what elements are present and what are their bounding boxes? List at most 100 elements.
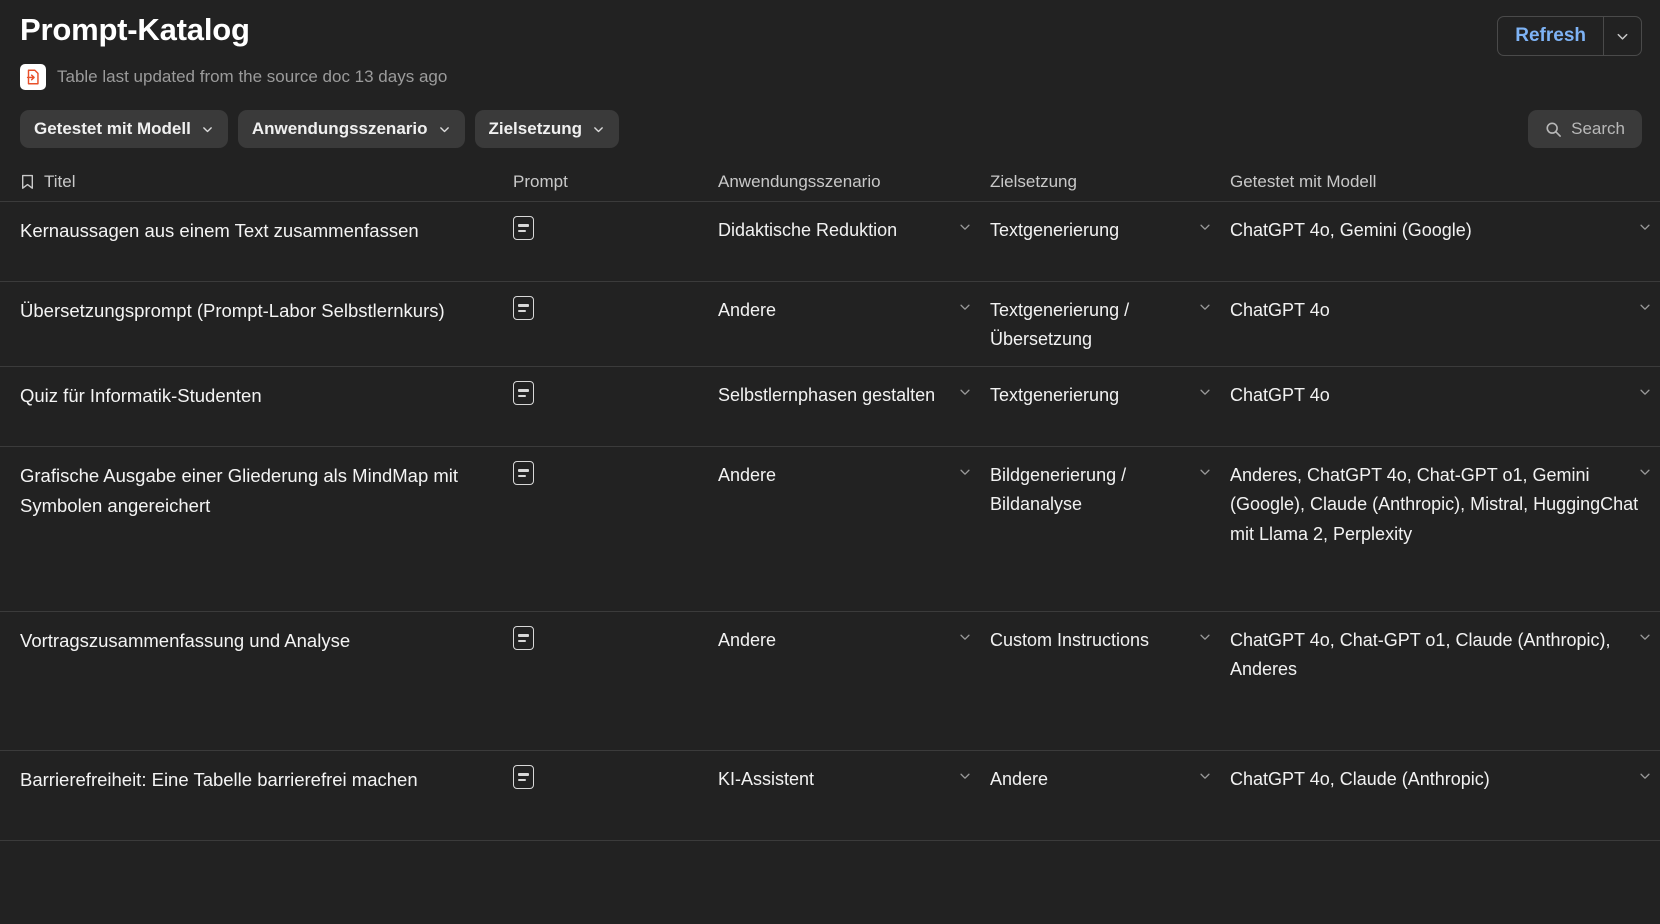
chevron-down-icon[interactable] [1198, 300, 1212, 314]
chevron-down-icon[interactable] [1198, 630, 1212, 644]
cell-zielsetzung[interactable]: Textgenerierung [990, 381, 1230, 434]
cell-zielsetzung-text: Textgenerierung [990, 385, 1120, 406]
chevron-down-icon[interactable] [958, 465, 972, 479]
filter-chip-label: Getestet mit Modell [34, 119, 191, 138]
cell-anwendungsszenario[interactable]: Didaktische Reduktion [718, 216, 990, 269]
cell-zielsetzung[interactable]: Bildgenerierung / Bildanalyse [990, 461, 1230, 599]
document-text-icon[interactable] [513, 216, 534, 240]
chevron-down-icon[interactable] [1198, 769, 1212, 783]
cell-zielsetzung[interactable]: Custom Instructions [990, 626, 1230, 738]
column-header-zielsetzung[interactable]: Zielsetzung [990, 172, 1230, 192]
cell-titel[interactable]: Übersetzungsprompt (Prompt-Labor Selbstl… [20, 296, 513, 354]
document-text-icon[interactable] [513, 461, 534, 486]
table-row[interactable]: Grafische Ausgabe einer Gliederung als M… [0, 447, 1660, 613]
document-text-icon[interactable] [513, 765, 534, 790]
chevron-down-icon[interactable] [958, 630, 972, 644]
chevron-down-icon[interactable] [1198, 220, 1212, 234]
chevron-down-icon[interactable] [1198, 385, 1212, 399]
refresh-button[interactable]: Refresh [1498, 17, 1603, 55]
table-row[interactable]: Quiz für Informatik-Studenten Selbstlern… [0, 367, 1660, 448]
cell-getestet-mit-modell-text: ChatGPT 4o, Chat-GPT o1, Claude (Anthrop… [1230, 630, 1611, 680]
chevron-down-icon[interactable] [958, 220, 972, 234]
column-header-label: Zielsetzung [990, 171, 1077, 191]
cell-anwendungsszenario[interactable]: Andere [718, 296, 990, 354]
doc-sync-icon [20, 64, 46, 90]
table-header-row: Titel Prompt Anwendungsszenario Zielsetz… [0, 162, 1660, 202]
cell-titel-text: Quiz für Informatik-Studenten [20, 385, 262, 407]
filter-chip-getestet-mit-modell[interactable]: Getestet mit Modell [20, 110, 228, 148]
search-icon [1545, 121, 1562, 138]
cell-prompt[interactable] [513, 216, 718, 269]
refresh-dropdown-chevron-down-icon[interactable] [1603, 17, 1641, 55]
cell-zielsetzung[interactable]: Textgenerierung / Übersetzung [990, 296, 1230, 354]
filter-chip-zielsetzung[interactable]: Zielsetzung [474, 110, 620, 148]
filter-chip-label: Anwendungsszenario [251, 119, 428, 138]
chevron-down-icon[interactable] [1638, 385, 1652, 399]
chevron-down-icon[interactable] [958, 300, 972, 314]
cell-titel[interactable]: Barrierefreiheit: Eine Tabelle barrieref… [20, 765, 513, 828]
cell-titel[interactable]: Kernaussagen aus einem Text zusammenfass… [20, 216, 513, 269]
cell-zielsetzung-text: Textgenerierung / Übersetzung [990, 300, 1130, 350]
chevron-down-icon[interactable] [1638, 465, 1652, 479]
cell-getestet-mit-modell-text: ChatGPT 4o, Claude (Anthropic) [1230, 769, 1490, 790]
cell-prompt[interactable] [513, 461, 718, 599]
cell-getestet-mit-modell-text: Anderes, ChatGPT 4o, Chat-GPT o1, Gemini… [1230, 465, 1639, 544]
cell-zielsetzung[interactable]: Andere [990, 765, 1230, 828]
search-label: Search [1571, 119, 1625, 138]
cell-titel-text: Vortragszusammenfassung und Analyse [20, 630, 351, 652]
cell-zielsetzung[interactable]: Textgenerierung [990, 216, 1230, 269]
document-text-icon[interactable] [513, 626, 534, 651]
cell-getestet-mit-modell[interactable]: ChatGPT 4o [1230, 296, 1660, 354]
chevron-down-icon[interactable] [958, 769, 972, 783]
filter-chip-label: Zielsetzung [488, 119, 583, 138]
cell-getestet-mit-modell-text: ChatGPT 4o, Gemini (Google) [1230, 220, 1472, 240]
cell-zielsetzung-text: Textgenerierung [990, 220, 1120, 240]
document-text-icon[interactable] [513, 381, 534, 406]
sync-status: Table last updated from the source doc 1… [20, 64, 447, 90]
cell-prompt[interactable] [513, 296, 718, 354]
filter-chip-anwendungsszenario[interactable]: Anwendungsszenario [237, 110, 465, 148]
filter-bar: Getestet mit Modell Anwendungsszenario Z… [20, 110, 620, 148]
cell-anwendungsszenario[interactable]: KI-Assistent [718, 765, 990, 828]
cell-prompt[interactable] [513, 626, 718, 738]
chevron-down-icon [201, 123, 214, 136]
cell-getestet-mit-modell[interactable]: ChatGPT 4o [1230, 381, 1660, 434]
cell-getestet-mit-modell[interactable]: ChatGPT 4o, Gemini (Google) [1230, 216, 1660, 269]
table-row[interactable]: Barrierefreiheit: Eine Tabelle barrieref… [0, 751, 1660, 842]
cell-getestet-mit-modell[interactable]: ChatGPT 4o, Chat-GPT o1, Claude (Anthrop… [1230, 626, 1660, 738]
chevron-down-icon[interactable] [1198, 465, 1212, 479]
chevron-down-icon[interactable] [958, 385, 972, 399]
cell-anwendungsszenario[interactable]: Selbstlernphasen gestalten [718, 381, 990, 434]
chevron-down-icon[interactable] [1638, 630, 1652, 644]
cell-getestet-mit-modell[interactable]: Anderes, ChatGPT 4o, Chat-GPT o1, Gemini… [1230, 461, 1660, 599]
refresh-button-group[interactable]: Refresh [1497, 16, 1642, 56]
document-text-icon[interactable] [513, 296, 534, 320]
cell-titel-text: Kernaussagen aus einem Text zusammenfass… [20, 220, 419, 241]
column-header-titel[interactable]: Titel [20, 172, 513, 192]
prompt-catalog-page: Prompt-Katalog Refresh Table last update… [0, 0, 1660, 924]
cell-anwendungsszenario-text: Andere [718, 465, 777, 486]
cell-titel-text: Grafische Ausgabe einer Gliederung als M… [20, 465, 459, 516]
table-row[interactable]: Kernaussagen aus einem Text zusammenfass… [0, 202, 1660, 282]
chevron-down-icon[interactable] [1638, 769, 1652, 783]
chevron-down-icon[interactable] [1638, 220, 1652, 234]
cell-anwendungsszenario[interactable]: Andere [718, 626, 990, 738]
column-header-label: Getestet mit Modell [1230, 171, 1377, 191]
column-header-prompt[interactable]: Prompt [513, 172, 718, 192]
cell-prompt[interactable] [513, 381, 718, 434]
table-row[interactable]: Übersetzungsprompt (Prompt-Labor Selbstl… [0, 282, 1660, 368]
cell-anwendungsszenario[interactable]: Andere [718, 461, 990, 599]
chevron-down-icon[interactable] [1638, 300, 1652, 314]
cell-getestet-mit-modell[interactable]: ChatGPT 4o, Claude (Anthropic) [1230, 765, 1660, 828]
column-header-getestet-mit-modell[interactable]: Getestet mit Modell [1230, 172, 1660, 192]
cell-anwendungsszenario-text: Didaktische Reduktion [718, 220, 898, 240]
cell-titel[interactable]: Vortragszusammenfassung und Analyse [20, 626, 513, 738]
search-button[interactable]: Search [1528, 110, 1642, 148]
cell-titel[interactable]: Grafische Ausgabe einer Gliederung als M… [20, 461, 513, 599]
column-header-label: Anwendungsszenario [718, 171, 881, 191]
table-row[interactable]: Vortragszusammenfassung und Analyse Ande… [0, 612, 1660, 752]
column-header-anwendungsszenario[interactable]: Anwendungsszenario [718, 172, 990, 192]
cell-titel[interactable]: Quiz für Informatik-Studenten [20, 381, 513, 434]
cell-titel-text: Übersetzungsprompt (Prompt-Labor Selbstl… [20, 300, 445, 321]
cell-prompt[interactable] [513, 765, 718, 828]
